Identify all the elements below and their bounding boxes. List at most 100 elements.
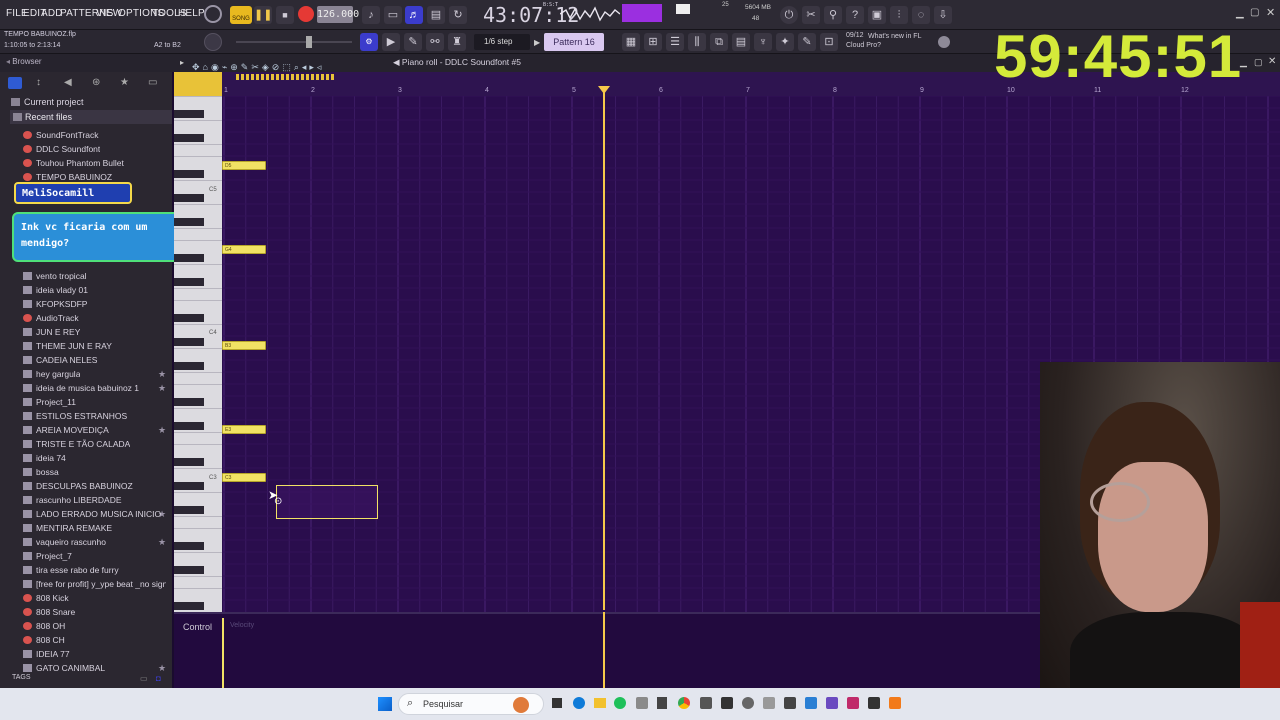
- mixer-view-icon[interactable]: ⫼: [688, 33, 706, 51]
- chrome-icon[interactable]: [678, 697, 690, 709]
- piano-roll-menu-arrow-icon[interactable]: ▸: [180, 58, 184, 67]
- black-key[interactable]: [174, 566, 204, 574]
- recent-file-item[interactable]: Touhou Phantom Bullet: [23, 158, 124, 170]
- recent-file-item[interactable]: vaqueiro rascunho: [23, 537, 106, 549]
- app-icon-9[interactable]: [868, 697, 880, 709]
- minimize-icon[interactable]: ▁: [1236, 8, 1244, 19]
- black-key[interactable]: [174, 314, 204, 322]
- recent-files-folder[interactable]: Recent files: [10, 110, 172, 124]
- browser-collapse-icon[interactable]: ◀: [64, 77, 72, 88]
- black-key[interactable]: [174, 542, 204, 550]
- menu-help[interactable]: HELP: [178, 8, 205, 19]
- chat-icon[interactable]: ◌: [912, 6, 930, 24]
- favorite-star-icon[interactable]: ★: [158, 663, 166, 674]
- black-key[interactable]: [174, 194, 204, 202]
- tempo-display[interactable]: 126.000: [317, 6, 359, 23]
- tags-settings-icon[interactable]: ◘: [156, 674, 161, 683]
- master-pitch-slider[interactable]: [236, 41, 352, 43]
- app-icon-6[interactable]: [805, 697, 817, 709]
- note[interactable]: C3: [222, 473, 266, 482]
- pattern-prev-arrow-icon[interactable]: ▶: [534, 38, 540, 47]
- audio-settings-icon[interactable]: ✂: [802, 6, 820, 24]
- recent-file-item[interactable]: LADO ERRADO MUSICA INICIO: [23, 509, 161, 521]
- pause-icon[interactable]: ❚❚: [254, 6, 272, 24]
- recent-file-item[interactable]: TRISTE E TÃO CALADA: [23, 439, 130, 451]
- link-icon[interactable]: ⚯: [426, 33, 444, 51]
- recent-file-item[interactable]: AREIA MOVEDIÇA: [23, 425, 109, 437]
- close-icon[interactable]: ✕: [1266, 6, 1275, 19]
- task-view-icon[interactable]: [552, 698, 562, 708]
- ruler-loop-marker[interactable]: [236, 74, 336, 80]
- recent-file-item[interactable]: GATO CANIMBAL: [23, 663, 105, 675]
- tags-icon[interactable]: ▭: [140, 674, 148, 683]
- black-key[interactable]: [174, 254, 204, 262]
- app-icon-2[interactable]: [721, 697, 733, 709]
- news-icon[interactable]: [938, 36, 950, 48]
- wait-input-icon[interactable]: ▭: [384, 6, 402, 24]
- master-volume-knob[interactable]: [204, 33, 222, 51]
- recent-file-item[interactable]: ideia vlady 01: [23, 285, 88, 297]
- recent-file-item[interactable]: CADEIA NELES: [23, 355, 97, 367]
- velocity-bar[interactable]: [222, 618, 224, 688]
- stamp-icon[interactable]: ♜: [448, 33, 466, 51]
- recent-file-item[interactable]: 808 Kick: [23, 593, 69, 605]
- app-icon-7[interactable]: [826, 697, 838, 709]
- browser-folder-icon[interactable]: ▭: [148, 77, 157, 88]
- recent-file-item[interactable]: [free for profit] y_ype beat _no signal_: [23, 579, 166, 591]
- step-edit-icon[interactable]: ▤: [427, 6, 445, 24]
- song-mode-button[interactable]: SONG: [230, 6, 252, 24]
- snap-selector[interactable]: 1/6 step: [474, 34, 530, 50]
- recent-file-item[interactable]: rascunho LIBERDADE: [23, 495, 122, 507]
- black-key[interactable]: [174, 458, 204, 466]
- black-key[interactable]: [174, 218, 204, 226]
- black-key[interactable]: [174, 110, 204, 118]
- black-key[interactable]: [174, 170, 204, 178]
- black-key[interactable]: [174, 506, 204, 514]
- play-icon[interactable]: ▶: [382, 33, 400, 51]
- black-key[interactable]: [174, 422, 204, 430]
- favorite-star-icon[interactable]: ★: [158, 425, 166, 436]
- snap-magnet-icon[interactable]: ⚙: [360, 33, 378, 51]
- note[interactable]: G4: [222, 245, 266, 254]
- recent-file-item[interactable]: ideia 74: [23, 453, 66, 465]
- recent-file-item[interactable]: DDLC Soundfont: [23, 144, 100, 156]
- black-key[interactable]: [174, 278, 204, 286]
- black-key[interactable]: [174, 482, 204, 490]
- piano-roll-tool-icons[interactable]: ✥⌂◉⌁⊕✎✂◈⊘⬚⌕◂▸◃: [192, 57, 382, 72]
- browser-star-icon[interactable]: ★: [120, 77, 129, 88]
- piano-roll-icon[interactable]: ⊞: [644, 33, 662, 51]
- recent-file-item[interactable]: 808 Snare: [23, 607, 75, 619]
- download-icon[interactable]: ⇩: [934, 6, 952, 24]
- playhead[interactable]: [603, 90, 605, 610]
- spotify-icon[interactable]: [614, 697, 626, 709]
- recent-file-item[interactable]: 808 CH: [23, 635, 65, 647]
- black-key[interactable]: [174, 602, 204, 610]
- favorite-star-icon[interactable]: ★: [158, 383, 166, 394]
- recent-file-item[interactable]: KFOPKSDFP: [23, 299, 87, 311]
- control-label[interactable]: Control: [183, 622, 212, 632]
- tags-label[interactable]: TAGS: [12, 674, 31, 681]
- recent-file-item[interactable]: IDEIA 77: [23, 649, 70, 661]
- help-icon[interactable]: ?: [846, 6, 864, 24]
- recent-file-item[interactable]: MENTIRA REMAKE: [23, 523, 112, 535]
- app-icon-5[interactable]: [784, 697, 796, 709]
- fl-studio-icon[interactable]: [889, 697, 901, 709]
- playlist-icon[interactable]: ▦: [622, 33, 640, 51]
- save-icon[interactable]: ▣: [868, 6, 886, 24]
- pencil-icon[interactable]: ✎: [404, 33, 422, 51]
- recent-file-item[interactable]: ideia de musica babuinoz 1: [23, 383, 139, 395]
- recent-file-item[interactable]: ESTILOS ESTRANHOS: [23, 411, 127, 423]
- plugin-icon[interactable]: ♆: [754, 33, 772, 51]
- power-icon[interactable]: ⏻: [780, 6, 798, 24]
- file-app-icon[interactable]: [657, 697, 667, 709]
- playhead-marker-icon[interactable]: [598, 86, 610, 94]
- app-icon-8[interactable]: [847, 697, 859, 709]
- shop-icon[interactable]: ⊡: [820, 33, 838, 51]
- favorite-star-icon[interactable]: ★: [158, 537, 166, 548]
- metronome-icon[interactable]: ♪: [362, 6, 380, 24]
- note[interactable]: B3: [222, 341, 266, 350]
- recent-file-item[interactable]: vento tropical: [23, 271, 87, 283]
- pen-app-icon[interactable]: [636, 697, 648, 709]
- app-icon-3[interactable]: [742, 697, 754, 709]
- recent-file-item[interactable]: THEME JUN E RAY: [23, 341, 112, 353]
